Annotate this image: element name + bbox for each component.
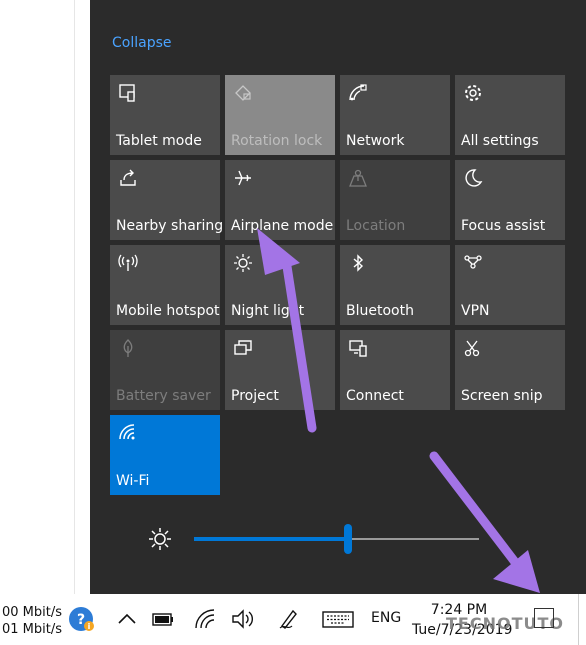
collapse-link[interactable]: Collapse <box>112 35 172 51</box>
wifi-icon <box>119 424 135 440</box>
tile-rotation-lock[interactable]: Rotation lock <box>225 75 335 155</box>
tile-label: Focus assist <box>461 218 546 234</box>
help-icon[interactable]: ? i <box>66 604 96 634</box>
tablet-mode-icon <box>119 84 135 102</box>
tile-label: Rotation lock <box>231 133 323 149</box>
background-window <box>0 0 90 594</box>
battery-saver-icon <box>123 339 133 357</box>
tile-night-light[interactable]: Night light <box>225 245 335 325</box>
project-icon <box>234 340 252 355</box>
language-indicator[interactable]: ENG <box>371 610 401 626</box>
tile-airplane-mode[interactable]: Airplane mode <box>225 160 335 240</box>
tile-label: Location <box>346 218 406 234</box>
window-divider <box>74 0 75 594</box>
upload-speed: 00 Mbit/s <box>2 605 63 620</box>
svg-text:i: i <box>88 622 91 631</box>
tile-label: Battery saver <box>116 388 211 404</box>
download-speed: 01 Mbit/s <box>2 622 63 637</box>
tile-bluetooth[interactable]: Bluetooth <box>340 245 450 325</box>
tile-label: Project <box>231 388 279 404</box>
tile-tablet-mode[interactable]: Tablet mode <box>110 75 220 155</box>
touch-keyboard-icon[interactable] <box>322 606 354 632</box>
location-icon <box>349 169 367 187</box>
show-desktop-button[interactable] <box>578 594 586 645</box>
tile-label: Wi-Fi <box>116 473 150 489</box>
wifi-tray-icon[interactable] <box>193 606 219 632</box>
tile-vpn[interactable]: VPN <box>455 245 565 325</box>
connect-icon <box>349 340 367 357</box>
network-speed-meter: 00 Mbit/s 01 Mbit/s <box>2 604 62 638</box>
tile-wifi[interactable]: Wi-Fi <box>110 415 220 495</box>
vpn-icon <box>464 255 482 269</box>
moon-icon <box>465 169 483 187</box>
tile-all-settings[interactable]: All settings <box>455 75 565 155</box>
bluetooth-icon <box>353 254 364 272</box>
airplane-icon <box>235 170 251 186</box>
battery-icon[interactable] <box>150 606 176 632</box>
tile-label: VPN <box>461 303 490 319</box>
brightness-slider-fill <box>194 537 348 541</box>
tile-label: Tablet mode <box>116 133 202 149</box>
tile-label: Airplane mode <box>231 218 334 234</box>
tile-connect[interactable]: Connect <box>340 330 450 410</box>
network-icon <box>349 84 367 101</box>
sun-icon <box>234 254 252 272</box>
tile-label: Screen snip <box>461 388 543 404</box>
gear-icon <box>465 85 481 101</box>
tile-label: All settings <box>461 133 539 149</box>
tile-battery-saver[interactable]: Battery saver <box>110 330 220 410</box>
tile-nearby-sharing[interactable]: Nearby sharing <box>110 160 224 240</box>
tile-label: Network <box>346 133 405 149</box>
hotspot-icon <box>118 254 138 271</box>
brightness-slider-thumb[interactable] <box>343 524 352 554</box>
scissors-icon <box>464 340 480 357</box>
tile-label: Mobile hotspot <box>116 303 220 319</box>
tile-network[interactable]: Network <box>340 75 450 155</box>
volume-icon[interactable] <box>230 606 256 632</box>
taskbar: 00 Mbit/s 01 Mbit/s ? i ENG 7:24 PM Tue/7… <box>0 594 586 645</box>
svg-text:?: ? <box>77 612 85 628</box>
pen-workspace-icon[interactable] <box>276 606 302 632</box>
chevron-up-icon[interactable] <box>114 606 140 632</box>
nearby-sharing-icon <box>120 169 136 186</box>
brightness-icon <box>149 528 171 550</box>
tile-label: Connect <box>346 388 404 404</box>
tile-mobile-hotspot[interactable]: Mobile hotspot <box>110 245 220 325</box>
tile-screen-snip[interactable]: Screen snip <box>455 330 565 410</box>
tile-focus-assist[interactable]: Focus assist <box>455 160 565 240</box>
action-center-panel: Collapse Tablet mode Rotation lock Netwo… <box>90 0 586 594</box>
tile-label: Nearby sharing <box>116 218 224 234</box>
rotation-lock-icon <box>235 85 251 101</box>
tile-project[interactable]: Project <box>225 330 335 410</box>
tile-label: Bluetooth <box>346 303 414 319</box>
tile-label: Night light <box>231 303 305 319</box>
tile-location[interactable]: Location <box>340 160 450 240</box>
notification-center-icon[interactable] <box>534 608 554 628</box>
